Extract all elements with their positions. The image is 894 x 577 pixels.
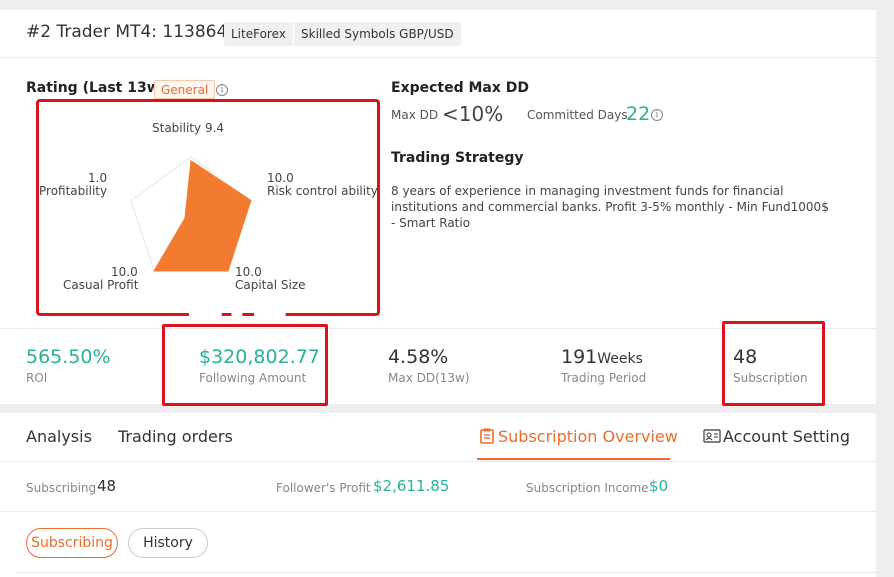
- tab-trading-orders[interactable]: Trading orders: [118, 427, 233, 446]
- active-tab-indicator: [477, 458, 670, 460]
- subscription-panel: Analysis Trading orders Subscription Ove…: [0, 413, 876, 577]
- rating-level-badge: General: [154, 80, 216, 99]
- trading-strategy-heading: Trading Strategy: [391, 150, 524, 166]
- follower-profit-value: $2,611.85: [373, 477, 450, 495]
- committed-days-info-icon[interactable]: i: [651, 109, 663, 121]
- committed-days-label: Committed Days: [527, 108, 628, 122]
- tab-subscription-overview[interactable]: Subscription Overview: [480, 427, 678, 446]
- axis-capital-size: 10.0 Capital Size: [235, 265, 306, 292]
- axis-profitability: 1.0 Profitability: [39, 171, 108, 198]
- max-dd-13w-value: 4.58%: [388, 346, 449, 368]
- following-amount-label: Following Amount: [199, 371, 307, 385]
- clipboard-icon: [480, 428, 494, 444]
- following-amount-value: $320,802.77: [199, 346, 320, 368]
- committed-days-value: 22: [626, 103, 651, 125]
- axis-risk-control: 10.0 Risk control ability: [267, 171, 378, 198]
- expected-max-dd-heading: Expected Max DD: [391, 80, 530, 96]
- subscription-label: Subscription: [733, 371, 808, 385]
- tab-analysis[interactable]: Analysis: [26, 427, 92, 446]
- id-card-icon: [703, 429, 721, 443]
- trading-strategy-text: 8 years of experience in managing invest…: [391, 184, 829, 230]
- broker-tag: LiteForex: [224, 22, 293, 46]
- trading-period-value: 191Weeks: [561, 346, 643, 368]
- tab-account-setting[interactable]: Account Setting: [703, 427, 850, 446]
- overview-divider: [0, 511, 876, 512]
- symbols-tag: Skilled Symbols GBP/USD: [294, 22, 461, 46]
- subscription-income-value: $0: [649, 477, 669, 495]
- axis-stability: Stability 9.4: [152, 121, 225, 135]
- rating-info-icon[interactable]: i: [216, 84, 228, 96]
- subscribing-value: 48: [97, 477, 117, 495]
- radar-area: [153, 159, 252, 272]
- trader-summary-card: #2 Trader MT4: 1138647 LiteForex Skilled…: [0, 10, 876, 406]
- roi-value: 565.50%: [26, 346, 111, 368]
- filter-history-button[interactable]: History: [128, 528, 208, 558]
- max-dd-label: Max DD: [391, 108, 439, 122]
- subscribing-label: Subscribing: [26, 481, 97, 495]
- axis-casual-profit: 10.0 Casual Profit: [63, 265, 139, 292]
- max-dd-13w-label: Max DD(13w): [388, 371, 470, 385]
- follower-profit-label: Follower's Profit: [276, 481, 371, 495]
- tabs-divider: [0, 461, 876, 462]
- rating-label: Rating (Last 13w): [26, 80, 167, 96]
- subscription-income-label: Subscription Income: [526, 481, 649, 495]
- rating-radar-highlight: 2.1 Stability 9.4 10.0 Risk control abili…: [36, 99, 380, 329]
- list-divider: [16, 572, 876, 573]
- trading-period-label: Trading Period: [561, 371, 647, 385]
- filter-subscribing-button[interactable]: Subscribing: [26, 528, 118, 558]
- subscription-value: 48: [733, 346, 758, 368]
- trader-title: #2 Trader MT4: 1138647: [26, 22, 239, 42]
- roi-label: ROI: [26, 371, 48, 385]
- max-dd-value: <10%: [442, 102, 504, 126]
- trader-header: #2 Trader MT4: 1138647 LiteForex Skilled…: [0, 10, 876, 58]
